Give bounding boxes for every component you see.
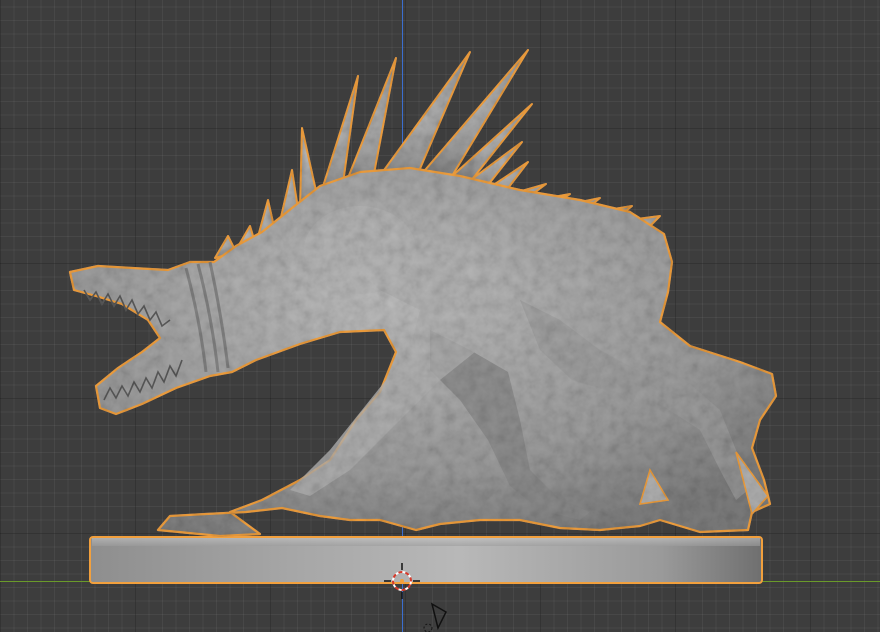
3d-viewport[interactable] xyxy=(0,0,880,632)
viewport-scene xyxy=(68,49,778,632)
creature-mesh[interactable] xyxy=(68,49,778,538)
light-object-icon[interactable] xyxy=(423,602,447,632)
miniature-base[interactable] xyxy=(89,536,763,584)
